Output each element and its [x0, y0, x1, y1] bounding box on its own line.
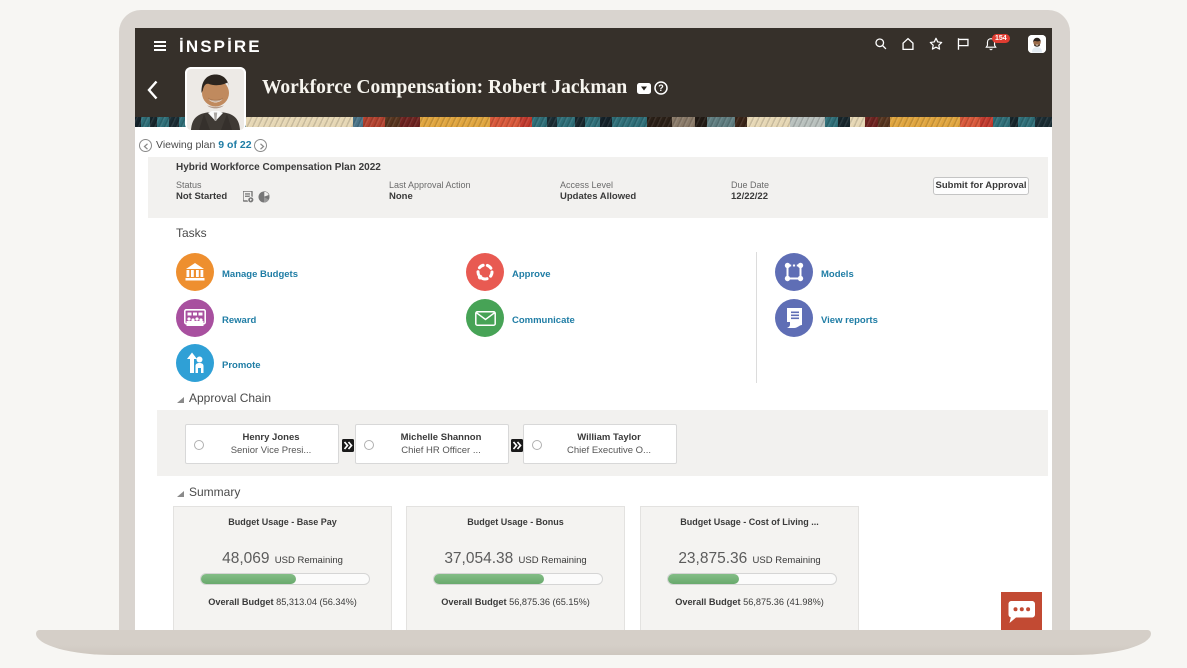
svg-text:?: ?: [658, 83, 664, 93]
